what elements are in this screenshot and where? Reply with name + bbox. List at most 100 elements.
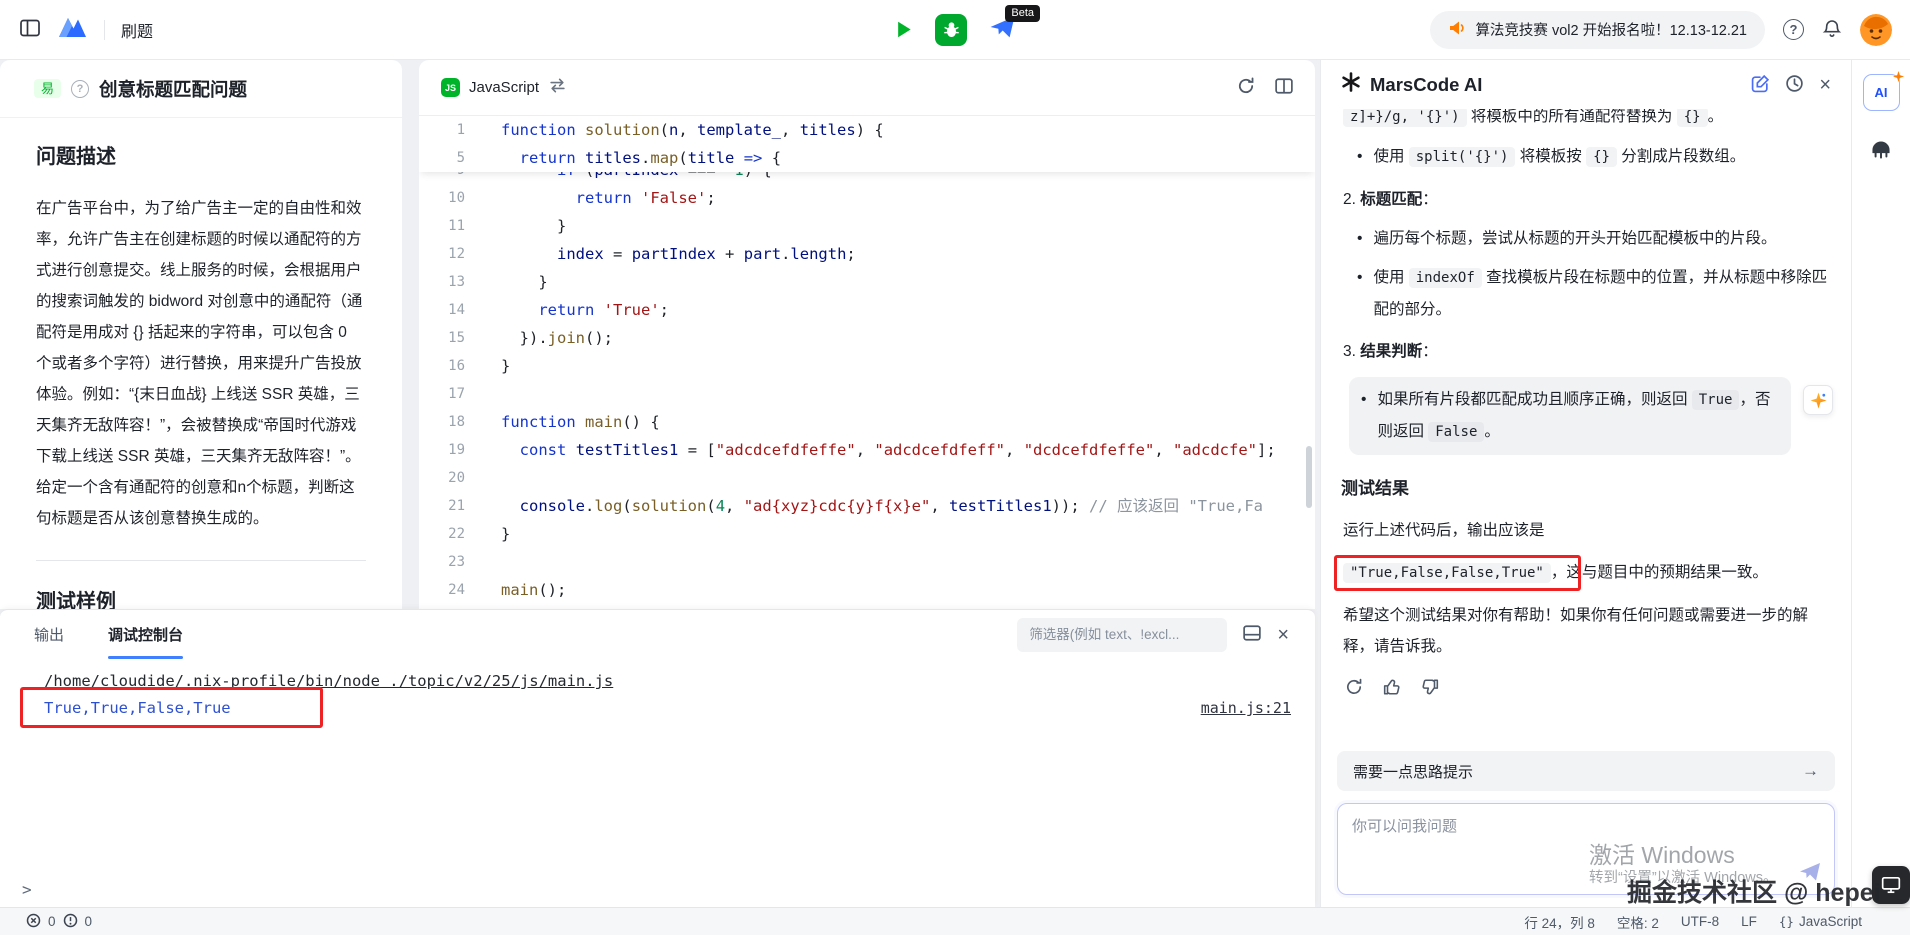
indent-setting[interactable]: 空格: 2 [1617,912,1659,932]
thumbs-down-icon[interactable] [1421,678,1439,699]
help-icon[interactable]: ? [1783,19,1804,40]
editor-tab-label[interactable]: JavaScript [469,79,539,96]
topbar-right: 算法竞技赛 vol2 开始报名啦！12.13-12.21 ? [1430,11,1910,49]
regenerate-icon[interactable] [1345,678,1363,699]
problem-header: 易 ? 创意标题匹配问题 [0,60,402,118]
code-line: 1function solution(n, template_, titles)… [419,116,1315,144]
syntax-token: ; [846,245,855,263]
syntax-token [501,497,520,515]
ai-panel-title: MarsCode AI [1370,74,1482,96]
syntax-token: function [501,413,576,431]
syntax-token: , [1005,441,1024,459]
ai-message-block: 2. 标题匹配： [1343,184,1833,215]
syntax-token: = [613,245,622,263]
code-line: 23 [419,548,1315,576]
cursor-position[interactable]: 行 24，列 8 [1524,912,1595,932]
syntax-token: (); [538,581,566,599]
editor-tabbar: JS JavaScript [419,60,1315,116]
ai-input-box[interactable] [1337,803,1835,895]
syntax-token: => [744,149,763,167]
syntax-token: solution [632,497,707,515]
code-editor[interactable]: 1function solution(n, template_, titles)… [419,116,1315,609]
announcement-banner[interactable]: 算法竞技赛 vol2 开始报名啦！12.13-12.21 [1430,11,1765,49]
editor-scrollbar[interactable] [1306,446,1312,508]
problems-summary[interactable]: 0 0 [0,913,92,931]
bell-icon[interactable] [1822,18,1842,42]
panel-layout-icon[interactable] [1243,625,1261,644]
split-editor-icon[interactable] [1275,78,1293,97]
new-chat-icon[interactable] [1751,74,1770,96]
problem-body: 问题描述 在广告平台中，为了给广告主一定的自由性和效率，允许广告主在创建标题的时… [0,118,402,609]
sidebar-toggle-icon[interactable] [20,19,40,40]
app-root: 刷题 Beta 算法竞技赛 vol2 开始报名啦！12.13-12.21 [0,0,1910,935]
line-number: 5 [419,144,485,172]
annotated-code-chip: "True,False,False,True" [1343,563,1551,583]
line-number: 13 [419,268,485,296]
console-filter-input[interactable] [1017,618,1227,652]
console-panel: 输出 调试控制台 × /home/cloudide/.nix-profile/b… [0,609,1315,907]
ai-input-field[interactable] [1338,804,1834,894]
syntax-token [576,149,585,167]
close-panel-icon[interactable]: × [1277,625,1289,645]
syntax-token: console [520,497,585,515]
code-text [485,548,501,576]
code-text [485,464,501,492]
language-mode[interactable]: {} JavaScript [1779,914,1862,929]
code-text: } [485,352,510,380]
refresh-icon[interactable] [1237,77,1255,98]
code-text: return titles.map(title => { [485,144,781,172]
eol-setting[interactable]: LF [1741,914,1757,929]
syntax-token: , [856,441,875,459]
syntax-token: . [585,497,594,515]
code-text: return 'True'; [485,296,669,324]
history-icon[interactable] [1785,74,1804,96]
ai-assistant-badge-icon[interactable]: AI [1863,74,1900,111]
syntax-token: partIndex [594,172,678,179]
language-switch-icon[interactable] [549,78,566,98]
virtual-display-button[interactable] [1872,866,1910,904]
inline-code-chip: indexOf [1409,268,1482,288]
inline-code-chip: split('{}') [1409,147,1516,167]
insert-sparkle-icon[interactable] [1803,385,1833,415]
result-annotation-box: True,True,False,True [44,696,231,721]
line-number: 9 [419,172,485,184]
inline-code-chip: False [1428,422,1484,442]
console-result-value[interactable]: True,True,False,True [44,699,231,717]
syntax-token [734,149,743,167]
source-link[interactable]: main.js:21 [1201,696,1291,721]
line-number: 16 [419,352,485,380]
encoding[interactable]: UTF-8 [1681,914,1719,929]
ai-message-block: 运行上述代码后，输出应该是 [1343,515,1833,546]
tab-output[interactable]: 输出 [34,610,64,659]
syntax-token: ( [622,497,631,515]
code-text: main(); [485,576,566,604]
avatar[interactable] [1860,14,1892,46]
syntax-token: map [650,149,678,167]
inline-code-chip: {} [1677,109,1708,127]
suggestion-chip[interactable]: 需要一点思路提示 → [1337,751,1835,791]
line-number: 17 [419,380,485,408]
send-icon[interactable] [1798,861,1822,886]
tab-debug-console[interactable]: 调试控制台 [108,610,183,659]
code-text: return 'False'; [485,184,716,212]
sticky-scroll-lines: 1function solution(n, template_, titles)… [419,116,1315,172]
difficulty-help-icon[interactable]: ? [71,80,89,98]
syntax-token [501,245,557,263]
syntax-token: [ [697,441,716,459]
code-text: console.log(solution(4, "ad{xyz}cdc{y}f{… [485,492,1263,520]
close-ai-panel-icon[interactable]: × [1819,75,1831,95]
code-line: 14 return 'True'; [419,296,1315,324]
run-button[interactable] [894,20,913,39]
code-text: } [485,212,566,240]
ai-message-block: z]+}/g, '{}') 将模板中的所有通配符替换为 {}。 [1343,109,1833,133]
brand-label[interactable]: 刷题 [121,18,153,42]
console-command-line[interactable]: /home/cloudide/.nix-profile/bin/node ./t… [44,669,1291,694]
marscode-logo-icon[interactable] [56,15,88,44]
thumbs-up-icon[interactable] [1383,678,1401,699]
text-run: 使用 [1373,269,1408,286]
syntax-token [501,172,557,179]
repl-prompt[interactable]: > [22,880,32,899]
mascot-octopus-icon[interactable] [1868,137,1894,166]
debug-button[interactable] [935,14,967,46]
debug-console-output[interactable]: /home/cloudide/.nix-profile/bin/node ./t… [0,659,1315,721]
